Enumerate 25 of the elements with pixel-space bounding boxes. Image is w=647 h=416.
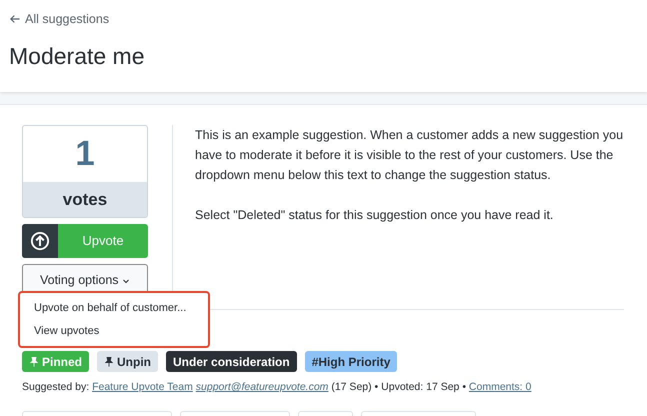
- pin-icon: [29, 356, 39, 366]
- meta-label: Suggested by:: [22, 381, 90, 393]
- status-badge: Under consideration: [166, 351, 297, 372]
- description-paragraph: This is an example suggestion. When a customer adds a new suggestion you have to moderate it before it is visible to the rest of your customers. Use the dropdown menu below this text to change the suggestion status.: [195, 127, 624, 184]
- upvoted-date: Upvoted: 17 Sep: [381, 381, 460, 393]
- separator-dot: •: [462, 381, 466, 393]
- comments-link[interactable]: Comments: 0: [468, 381, 532, 393]
- votes-label: votes: [23, 182, 147, 217]
- pin-icon: [104, 356, 114, 366]
- description-paragraph: Select "Deleted" status for this suggestion once you have read it.: [195, 207, 554, 224]
- chevron-down-icon: [122, 276, 130, 285]
- back-link[interactable]: All suggestions: [9, 10, 110, 29]
- pinned-badge: Pinned: [22, 351, 90, 372]
- vote-count: 1: [74, 133, 96, 175]
- back-arrow-icon: [9, 13, 21, 26]
- page-title: Moderate me: [9, 42, 146, 71]
- suggested-date: (17 Sep): [331, 381, 372, 393]
- author-link[interactable]: Feature Upvote Team: [92, 381, 193, 393]
- menu-item[interactable]: Upvote on behalf of customer...: [20, 297, 208, 320]
- tag-badge: #High Priority: [304, 351, 398, 372]
- unpin-button[interactable]: Unpin: [97, 351, 158, 372]
- menu-item[interactable]: View upvotes: [20, 320, 208, 342]
- arrow-up-circle-icon: [30, 231, 50, 251]
- separator-dot: •: [374, 381, 378, 393]
- email-link[interactable]: support@featureupvote.com: [196, 381, 328, 393]
